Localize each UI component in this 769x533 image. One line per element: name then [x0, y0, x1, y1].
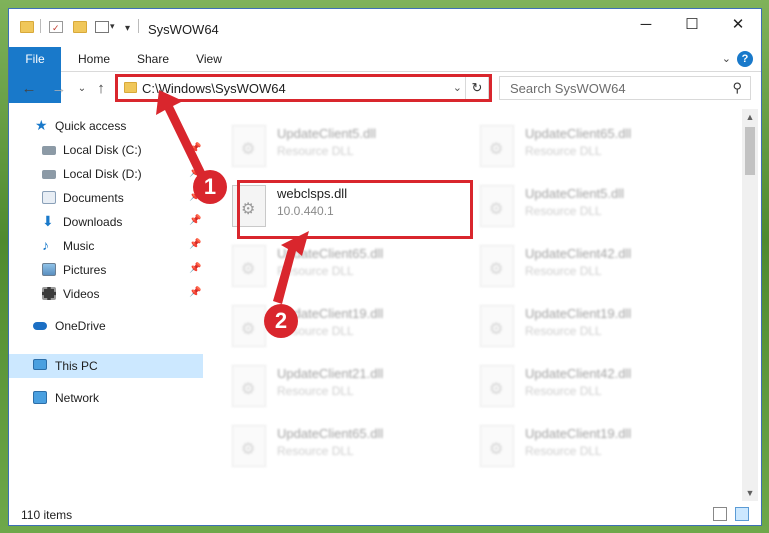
step-1-badge: 1 — [193, 170, 227, 204]
arrow-2 — [273, 231, 309, 304]
step-2-badge: 2 — [264, 304, 298, 338]
explorer-window: ✓ ▾ ▾ SysWOW64 ─ ☐ ✕ File Home Share Vie… — [8, 8, 762, 526]
annotation-arrows — [156, 90, 309, 304]
arrow-1 — [156, 90, 207, 180]
